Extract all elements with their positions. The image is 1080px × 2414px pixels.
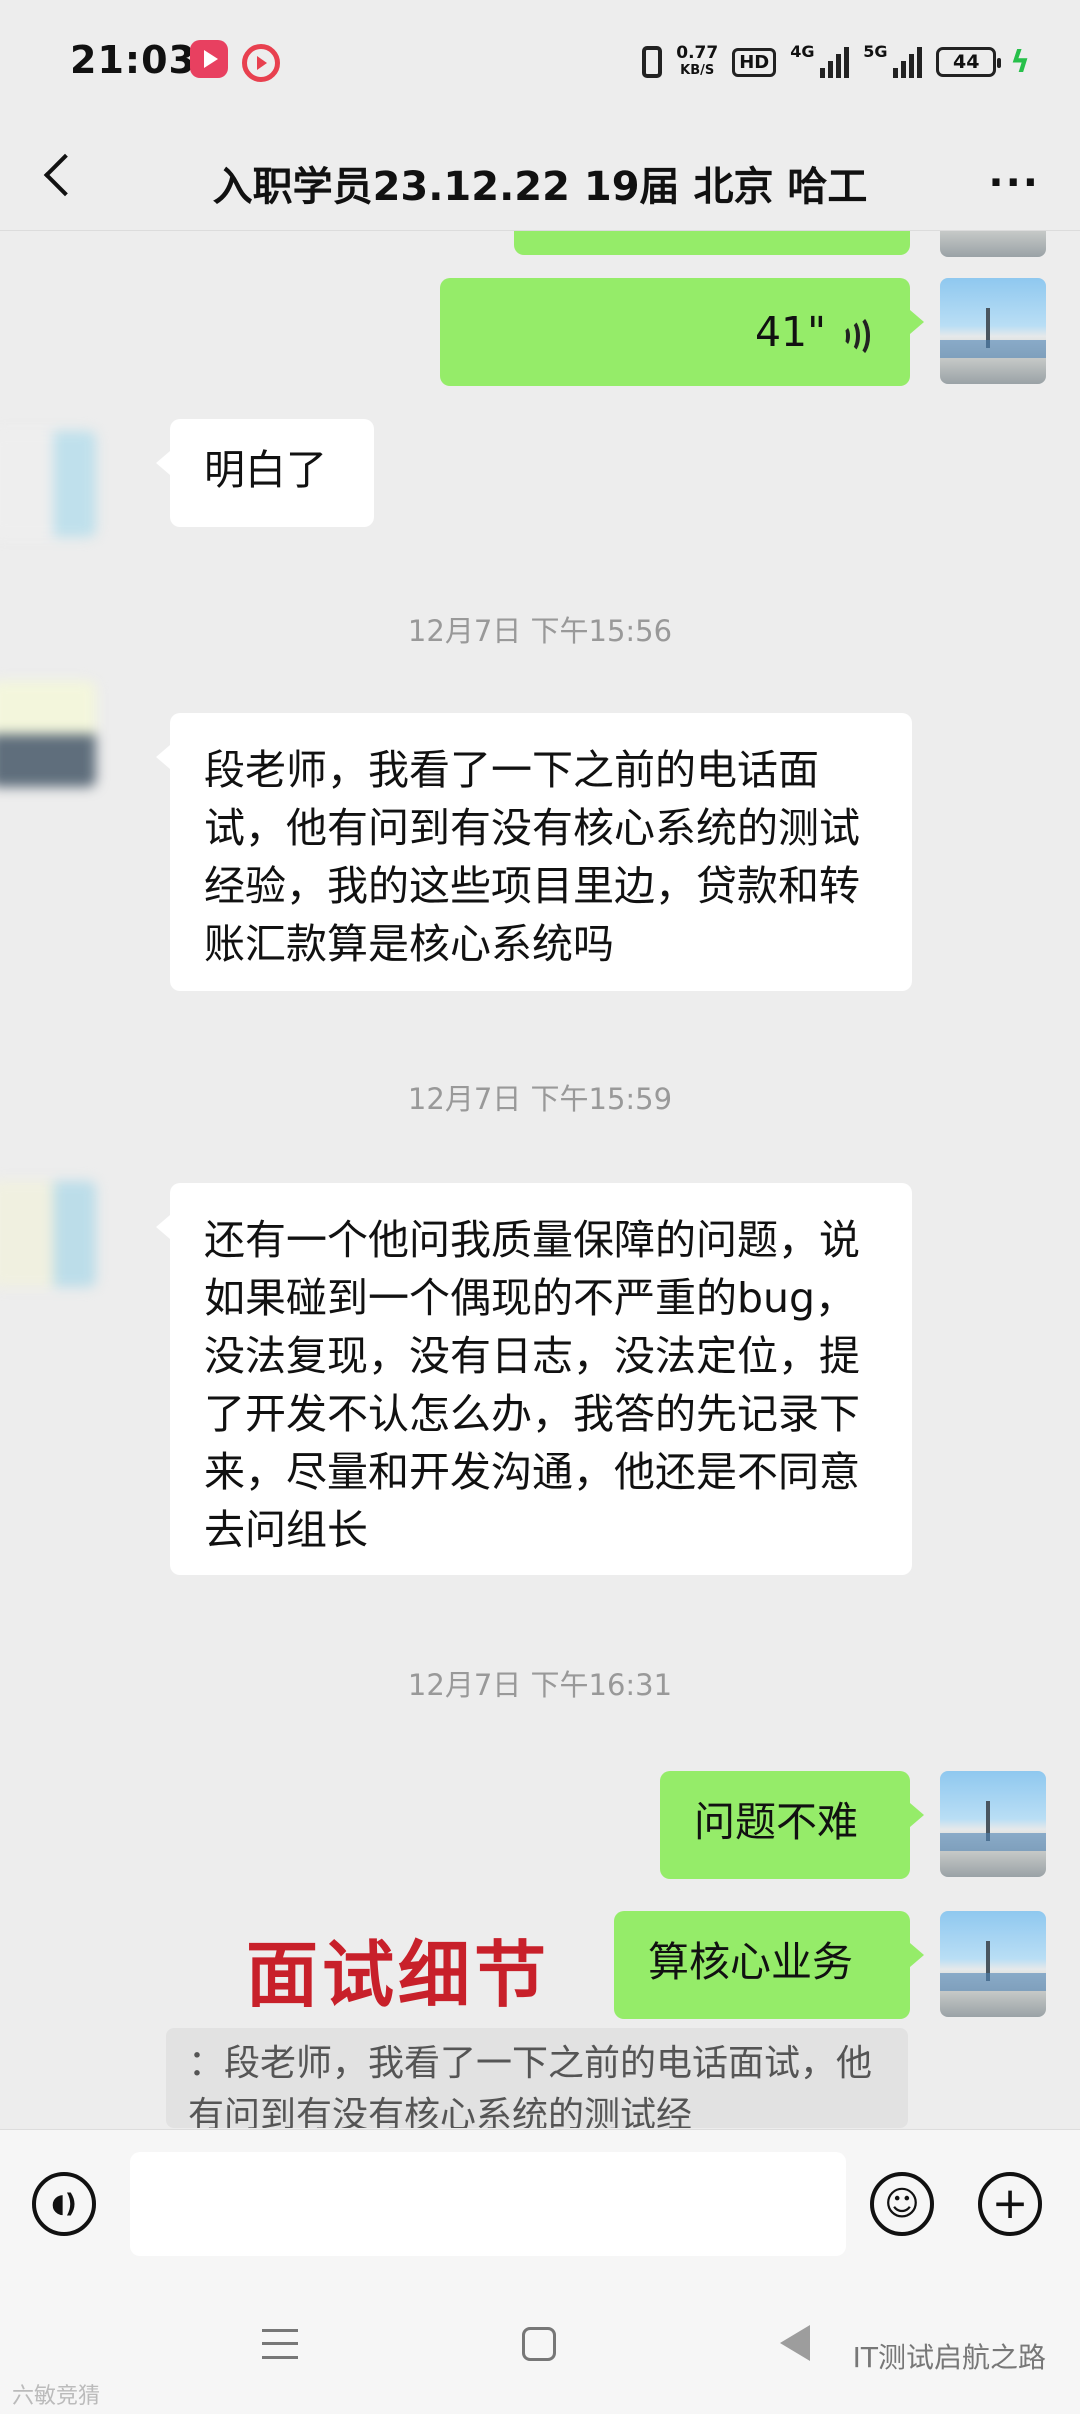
voice-input-icon: ◖) (51, 2189, 77, 2219)
status-bar: 21:03 0.77 KB/S HD 4G 5G 44 ϟ (0, 0, 1080, 130)
previous-message-bubble[interactable] (514, 231, 910, 255)
battery-icon: 44 (936, 47, 1002, 77)
quoted-message[interactable]: ：段老师，我看了一下之前的电话面试，他有问到有没有核心系统的测试经 (166, 2028, 908, 2128)
signal-4g-icon: 4G (790, 42, 850, 78)
network-speed: 0.77 KB/S (676, 44, 718, 80)
music-app-icon (242, 44, 280, 82)
member-avatar[interactable] (0, 681, 96, 787)
self-avatar[interactable] (940, 278, 1046, 384)
message-timestamp: 12月7日 下午15:59 (407, 1082, 673, 1116)
video-app-icon (190, 40, 228, 78)
plus-icon: + (991, 2178, 1029, 2229)
back-nav-icon[interactable] (780, 2325, 810, 2361)
message-bubble[interactable]: 明白了 (156, 419, 374, 527)
home-icon[interactable] (522, 2327, 556, 2361)
message-timestamp: 12月7日 下午15:56 (407, 614, 673, 648)
signal-5g-icon: 5G (863, 42, 923, 78)
corner-watermark: 六敏竞猜 (12, 2384, 101, 2409)
message-bubble[interactable]: 段老师，我看了一下之前的电话面试，他有问到有没有核心系统的测试经验，我的这些项目… (156, 713, 912, 991)
status-indicators: 0.77 KB/S HD 4G 5G 44 ϟ (642, 40, 1030, 84)
chat-area[interactable]: 41" 明白了 12月7日 下午15:56 段老师，我看了一下之前的电话面试，他… (0, 231, 1080, 2129)
signal-4g-label: 4G (790, 42, 815, 61)
message-input[interactable] (130, 2152, 846, 2256)
watermark-text: 面试细节 (246, 1932, 551, 2017)
self-avatar[interactable] (940, 1911, 1046, 2017)
voice-duration: 41" (754, 308, 826, 356)
network-speed-value: 0.77 (676, 43, 719, 63)
status-time: 21:03 (70, 38, 196, 82)
chat-header: 入职学员23.12.22 19届 北京 哈工 ··· (0, 130, 1080, 231)
member-avatar[interactable] (0, 431, 96, 537)
network-speed-unit: KB/S (680, 63, 715, 78)
self-avatar[interactable] (940, 1771, 1046, 1877)
charging-icon: ϟ (1010, 44, 1030, 80)
message-bubble[interactable]: 还有一个他问我质量保障的问题，说如果碰到一个偶现的不严重的bug，没法复现，没有… (156, 1183, 912, 1575)
sent-message-bubble[interactable]: 问题不难 (660, 1771, 924, 1879)
hd-badge: HD (732, 47, 777, 77)
more-options-icon[interactable]: ··· (988, 160, 1040, 206)
message-timestamp: 12月7日 下午16:31 (407, 1668, 673, 1702)
voice-input-button[interactable]: ◖) (32, 2172, 96, 2236)
voice-wave-icon (840, 314, 870, 358)
self-avatar[interactable] (940, 231, 1046, 257)
signal-5g-label: 5G (863, 42, 888, 61)
recent-apps-icon[interactable] (262, 2329, 298, 2359)
battery-level: 44 (952, 51, 980, 73)
vibrate-icon (642, 46, 663, 78)
brand-watermark: IT测试启航之路 (852, 2341, 1046, 2374)
voice-message-bubble[interactable]: 41" (440, 278, 924, 386)
member-avatar[interactable] (0, 1181, 96, 1287)
emoji-icon: ☺ (884, 2184, 920, 2224)
chat-title: 入职学员23.12.22 19届 北京 哈工 (212, 164, 868, 210)
input-bar: ◖) ☺ + (0, 2129, 1080, 2280)
emoji-button[interactable]: ☺ (870, 2172, 934, 2236)
more-functions-button[interactable]: + (978, 2172, 1042, 2236)
sent-message-bubble[interactable]: 算核心业务 (614, 1911, 924, 2019)
